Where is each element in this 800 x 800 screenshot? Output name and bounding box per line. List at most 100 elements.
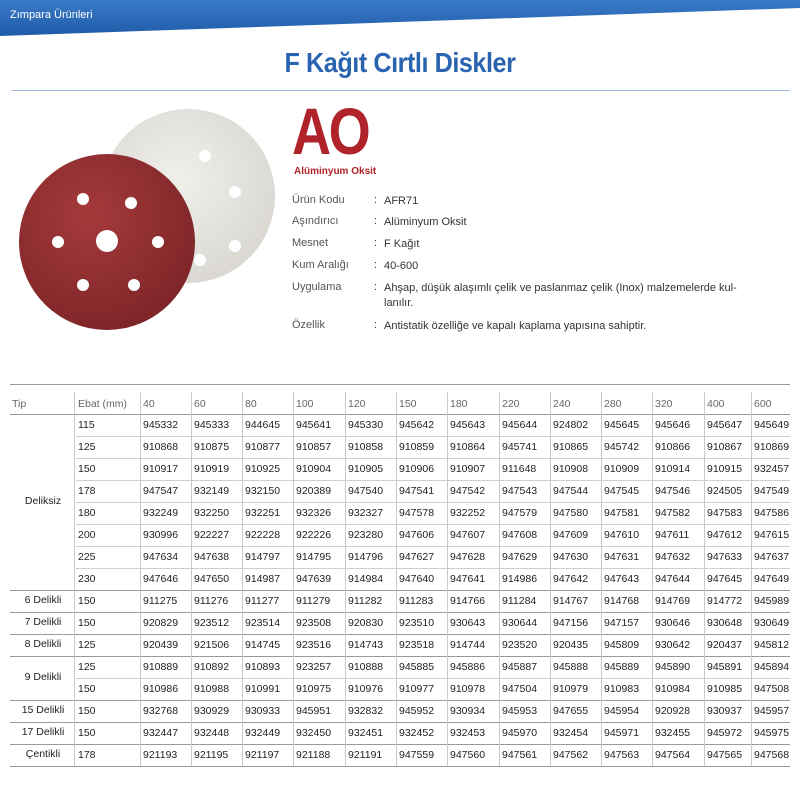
product-code-cell: 947630 <box>553 551 589 563</box>
product-code-cell: 920830 <box>348 617 384 629</box>
product-code-cell: 945888 <box>553 661 589 673</box>
column-header: 100 <box>296 398 314 410</box>
size-cell: 150 <box>78 463 96 475</box>
product-code-cell: 947546 <box>655 485 691 497</box>
product-code-cell: 932453 <box>450 727 486 739</box>
product-code-cell: 947650 <box>194 573 230 585</box>
table-row: 230 947646 947650 914987 947639 914984 947640 9… <box>10 568 790 590</box>
product-code-cell: 945647 <box>707 419 743 431</box>
product-code-cell: 920928 <box>655 705 691 717</box>
product-code-cell: 947586 <box>754 507 790 519</box>
product-code-cell: 930643 <box>450 617 486 629</box>
product-code-cell: 932832 <box>348 705 384 717</box>
product-code-cell: 910988 <box>194 683 230 695</box>
column-divider <box>345 392 346 766</box>
product-code-cell: 910908 <box>553 463 589 475</box>
product-code-cell: 922227 <box>194 529 230 541</box>
product-code-cell: 910865 <box>553 441 589 453</box>
column-header: 400 <box>707 398 725 410</box>
section-header-bar: Zımpara Ürünleri <box>0 0 800 36</box>
product-code-cell: 932326 <box>296 507 332 519</box>
product-code-cell: 945890 <box>655 661 691 673</box>
product-code-cell: 947579 <box>502 507 538 519</box>
table-row: 125 910868 910875 910877 910857 910858 910859 9… <box>10 436 790 458</box>
product-code-cell: 947646 <box>143 573 179 585</box>
page-title: F Kağıt Cırtlı Diskler <box>284 47 516 78</box>
product-code-cell: 921197 <box>245 749 280 761</box>
product-code-cell: 945741 <box>502 441 538 453</box>
table-row: 178 947547 932149 932150 920389 947540 947541 9… <box>10 480 790 502</box>
product-code-cell: 947610 <box>604 529 640 541</box>
table-header-row: Tip Ebat (mm) 40 60 80 100 120 150 180 220 240 280 3… <box>10 388 790 410</box>
product-code-cell: 910869 <box>754 441 790 453</box>
product-code-cell: 914766 <box>450 595 486 607</box>
product-code-cell: 911276 <box>194 595 229 607</box>
product-code-cell: 910983 <box>604 683 640 695</box>
product-code-cell: 932452 <box>399 727 435 739</box>
product-code-cell: 911283 <box>399 595 434 607</box>
product-code-cell: 911277 <box>245 595 280 607</box>
product-code-cell: 947606 <box>399 529 435 541</box>
product-code-cell: 947544 <box>553 485 589 497</box>
product-code-cell: 947541 <box>399 485 435 497</box>
product-code-cell: 945970 <box>502 727 538 739</box>
size-cell: 150 <box>78 683 96 695</box>
product-code-cell: 923257 <box>296 661 332 673</box>
product-code-cell: 924505 <box>707 485 743 497</box>
header-bar-shape <box>0 0 800 36</box>
product-code-cell: 947547 <box>143 485 179 497</box>
product-code-cell: 911275 <box>143 595 178 607</box>
product-code-cell: 932447 <box>143 727 179 739</box>
product-code-cell: 947580 <box>553 507 589 519</box>
product-code-cell: 947543 <box>502 485 538 497</box>
product-code-cell: 914772 <box>707 595 743 607</box>
product-code-cell: 911648 <box>502 463 537 475</box>
product-code-cell: 914745 <box>245 639 281 651</box>
product-code-cell: 947629 <box>502 551 538 563</box>
product-code-cell: 930644 <box>502 617 538 629</box>
product-code-cell: 910917 <box>143 463 179 475</box>
product-code-cell: 947564 <box>655 749 691 761</box>
table-row: 150 932768 930929 930933 945951 932832 945952 9… <box>10 700 790 722</box>
product-code-cell: 910914 <box>655 463 691 475</box>
product-code-cell: 910906 <box>399 463 435 475</box>
product-code-cell: 910975 <box>296 683 332 695</box>
table-row: 225 947634 947638 914797 914795 914796 947627 9… <box>10 546 790 568</box>
product-code-cell: 947627 <box>399 551 435 563</box>
product-code-cell: 947639 <box>296 573 332 585</box>
product-code-cell: 923518 <box>399 639 435 651</box>
column-header: 80 <box>245 398 257 410</box>
product-code-cell: 922226 <box>296 529 332 541</box>
product-code-cell: 947641 <box>450 573 486 585</box>
size-cell: 125 <box>78 661 96 673</box>
product-code-cell: 945971 <box>604 727 640 739</box>
product-code-cell: 945333 <box>194 419 230 431</box>
product-code-cell: 914797 <box>245 551 281 563</box>
column-divider <box>499 392 500 766</box>
type-label: 6 Delikli <box>24 594 62 606</box>
product-code-cell: 920439 <box>143 639 179 651</box>
type-label: 9 Delikli <box>24 671 62 683</box>
product-code-cell: 947561 <box>502 749 538 761</box>
size-cell: 150 <box>78 595 96 607</box>
table-row: 150 910986 910988 910991 910975 910976 910977 9… <box>10 678 790 700</box>
product-code-cell: 947633 <box>707 551 743 563</box>
product-code-cell: 930646 <box>655 617 691 629</box>
column-divider <box>601 392 602 766</box>
product-code-cell: 910889 <box>143 661 179 673</box>
table-row: 125 920439 921506 914745 923516 914743 923518 9… <box>10 634 790 656</box>
product-code-cell: 947560 <box>450 749 486 761</box>
product-code-cell: 914768 <box>604 595 640 607</box>
product-code-cell: 945951 <box>296 705 332 717</box>
product-code-cell: 947640 <box>399 573 435 585</box>
product-code-cell: 945742 <box>604 441 640 453</box>
product-code-cell: 910904 <box>296 463 332 475</box>
product-code-cell: 923508 <box>296 617 332 629</box>
product-code-cell: 911279 <box>296 595 331 607</box>
sanding-discs-image <box>19 109 275 330</box>
table-row: 125 910889 910892 910893 923257 910888 945885 9… <box>10 656 790 678</box>
product-code-cell: 947607 <box>450 529 486 541</box>
product-code-cell: 932252 <box>450 507 486 519</box>
product-code-cell: 914743 <box>348 639 384 651</box>
product-code-cell: 923514 <box>245 617 281 629</box>
